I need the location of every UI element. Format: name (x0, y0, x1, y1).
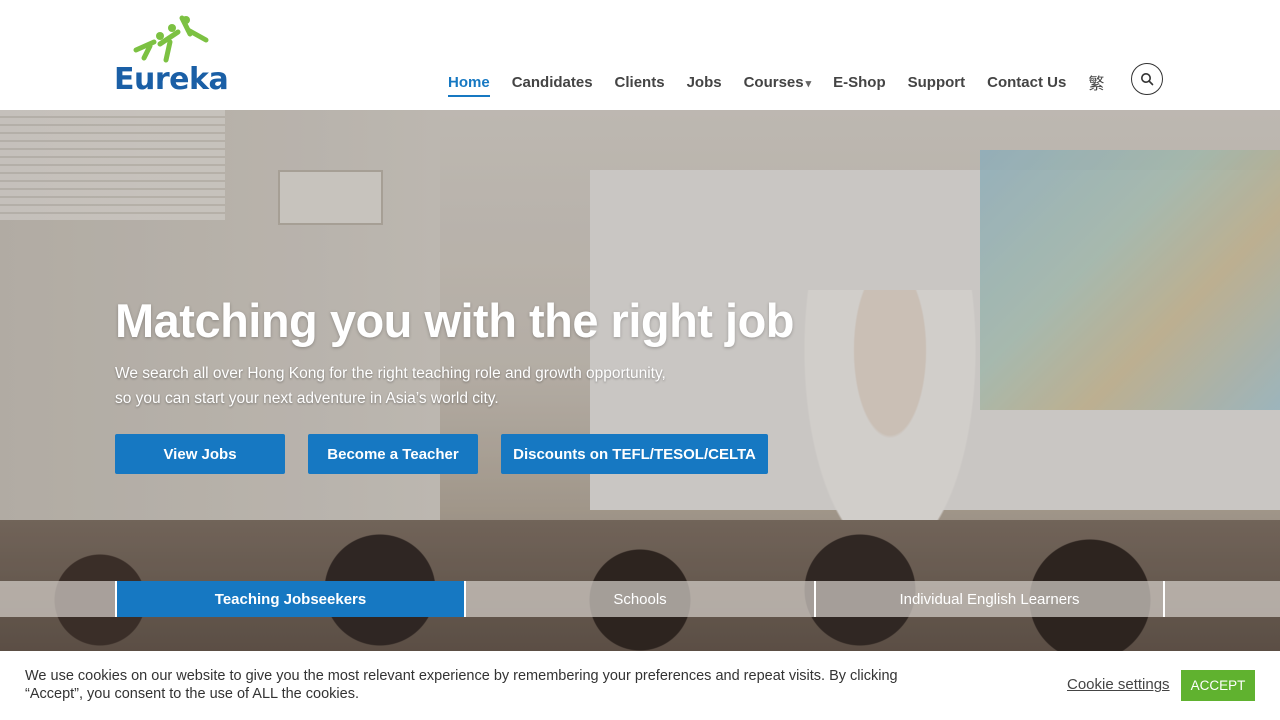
hero-banner: Matching you with the right job We searc… (0, 110, 1280, 670)
cookie-message: We use cookies on our website to give yo… (25, 668, 898, 702)
cookie-banner: We use cookies on our website to give yo… (0, 651, 1280, 720)
audience-tabs: Teaching Jobseekers Schools Individual E… (0, 581, 1280, 617)
main-nav: Home Candidates Clients Jobs Courses ▾ E-… (448, 70, 1126, 97)
logo-figures-icon (133, 15, 209, 63)
become-a-teacher-button[interactable]: Become a Teacher (308, 434, 478, 474)
nav-clients[interactable]: Clients (615, 74, 665, 91)
tab-teaching-jobseekers[interactable]: Teaching Jobseekers (115, 581, 466, 617)
eureka-logo[interactable]: Eureka (114, 14, 229, 97)
search-button[interactable] (1131, 63, 1163, 95)
nav-home[interactable]: Home (448, 74, 490, 97)
hero-subtitle-line-1: We search all over Hong Kong for the rig… (115, 365, 666, 382)
site-header: Eureka Home Candidates Clients Jobs Cour… (0, 0, 1280, 110)
nav-support[interactable]: Support (908, 74, 966, 91)
hero-subtitle: We search all over Hong Kong for the rig… (115, 361, 715, 411)
cookie-accept-button[interactable]: ACCEPT (1181, 670, 1255, 701)
view-jobs-button[interactable]: View Jobs (115, 434, 285, 474)
hero-subtitle-line-2: so you can start your next adventure in … (115, 390, 499, 407)
search-icon (1141, 73, 1154, 86)
hero-title: Matching you with the right job (115, 294, 795, 347)
language-switch[interactable]: 繁 (1088, 70, 1104, 94)
chevron-down-icon: ▾ (805, 77, 812, 90)
nav-eshop[interactable]: E-Shop (833, 74, 886, 91)
nav-courses[interactable]: Courses ▾ (744, 74, 812, 91)
tefl-discounts-button[interactable]: Discounts on TEFL/TESOL/CELTA (501, 434, 768, 474)
nav-contact-us[interactable]: Contact Us (987, 74, 1066, 91)
logo-wordmark: Eureka (114, 62, 229, 97)
tab-individual-english-learners[interactable]: Individual English Learners (814, 581, 1165, 617)
nav-candidates[interactable]: Candidates (512, 74, 593, 91)
nav-courses-label: Courses (743, 73, 804, 91)
cookie-settings-link[interactable]: Cookie settings (1067, 676, 1170, 693)
tab-schools[interactable]: Schools (464, 581, 816, 617)
nav-jobs[interactable]: Jobs (687, 74, 722, 91)
